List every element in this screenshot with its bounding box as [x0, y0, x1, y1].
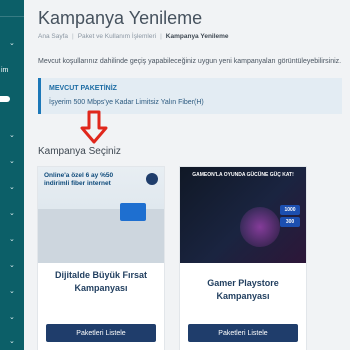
brand-logo-icon	[146, 173, 158, 185]
campaign-image: Online'a özel 6 ay %50 indirimli fiber i…	[38, 167, 164, 263]
breadcrumb-separator: |	[160, 33, 162, 40]
current-package-label: MEVCUT PAKETİNİZ	[49, 85, 117, 92]
main-content: Kampanya Yenileme Ana Sayfa | Paket ve Kul…	[24, 0, 350, 350]
promo-headline: Online'a özel 6 ay %50 indirimli fiber i…	[44, 172, 113, 188]
promo-glow	[240, 207, 280, 247]
chevron-down-icon[interactable]: ⌄	[9, 338, 15, 346]
chevron-down-icon[interactable]: ⌄	[9, 288, 15, 296]
chevron-down-icon[interactable]: ⌄	[9, 210, 15, 218]
sidebar-active-indicator	[0, 96, 10, 102]
breadcrumb: Ana Sayfa | Paket ve Kullanım İşlemleri | Ka…	[38, 33, 229, 40]
breadcrumb-separator: |	[72, 33, 74, 40]
promo-banner: Online'a özel 6 ay %50 indirimli fiber i…	[38, 167, 164, 263]
campaign-image: GAMEON'LA OYUNDA GÜCÜNE GÜÇ KAT! 1000 30…	[180, 167, 306, 263]
list-packages-button[interactable]: Paketleri Listele	[188, 324, 298, 342]
breadcrumb-link[interactable]: Paket ve Kullanım İşlemleri	[78, 33, 156, 40]
promo-sticker	[120, 203, 146, 221]
campaign-name: Dijitalde Büyük Fırsat Kampanyası	[54, 270, 148, 293]
chevron-down-icon[interactable]: ⌄	[9, 236, 15, 244]
campaign-card: GAMEON'LA OYUNDA GÜCÜNE GÜÇ KAT! 1000 30…	[179, 166, 307, 350]
promo-headline-line: Online'a özel 6 ay %50	[44, 172, 114, 179]
campaign-name: Gamer Playstore Kampanyası	[207, 278, 279, 301]
speed-badge: 1000	[280, 205, 300, 215]
chevron-down-icon[interactable]: ⌄	[9, 184, 15, 192]
speed-badge: 300	[280, 217, 300, 227]
current-package-box: MEVCUT PAKETİNİZ İşyerim 500 Mbps'ye Kad…	[38, 78, 342, 114]
current-package-value: İşyerim 500 Mbps'ye Kadar Limitsiz Yalın…	[49, 99, 204, 106]
campaign-card: Online'a özel 6 ay %50 indirimli fiber i…	[37, 166, 165, 350]
sidebar-item-label[interactable]: im	[0, 64, 24, 78]
sidebar: ⌄ im ⌄ ⌄ ⌄ ⌄ ⌄ ⌄ ⌄ ⌄ ⌄	[0, 0, 24, 350]
section-title: Kampanya Seçiniz	[38, 146, 121, 157]
promo-banner: GAMEON'LA OYUNDA GÜCÜNE GÜÇ KAT! 1000 30…	[180, 167, 306, 263]
chevron-down-icon[interactable]: ⌄	[9, 314, 15, 322]
promo-headline: GAMEON'LA OYUNDA GÜCÜNE GÜÇ KAT!	[192, 172, 294, 178]
promo-headline-line: indirimli fiber internet	[44, 180, 111, 187]
page-title: Kampanya Yenileme	[38, 8, 203, 28]
sidebar-separator	[0, 16, 24, 17]
arrow-down-icon	[80, 110, 108, 144]
breadcrumb-home-link[interactable]: Ana Sayfa	[38, 33, 68, 40]
chevron-down-icon[interactable]: ⌄	[9, 158, 15, 166]
info-text: Mevcut koşullarınız dahilinde geçiş yapa…	[38, 58, 342, 65]
page: ⌄ im ⌄ ⌄ ⌄ ⌄ ⌄ ⌄ ⌄ ⌄ ⌄ Kampanya Yenileme…	[0, 0, 350, 350]
chevron-down-icon[interactable]: ⌄	[9, 40, 15, 48]
chevron-down-icon[interactable]: ⌄	[9, 262, 15, 270]
chevron-down-icon[interactable]: ⌄	[9, 132, 15, 140]
list-packages-button[interactable]: Paketleri Listele	[46, 324, 156, 342]
breadcrumb-current: Kampanya Yenileme	[165, 33, 229, 40]
